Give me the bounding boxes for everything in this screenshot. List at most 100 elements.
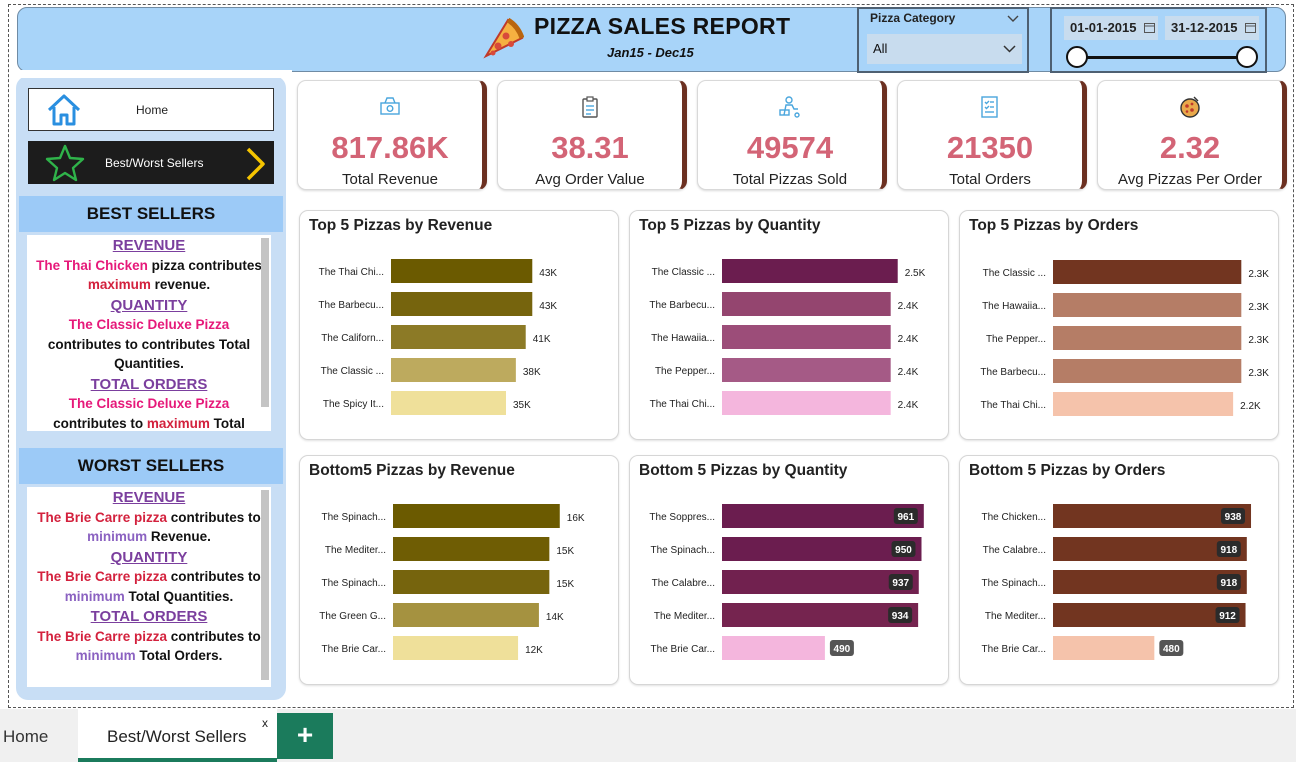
bar[interactable] bbox=[1053, 326, 1242, 350]
bar-category-label: The Chicken... bbox=[982, 512, 1046, 523]
bar-category-label: The Pepper... bbox=[986, 334, 1046, 345]
best-sellers-scrollbar[interactable] bbox=[261, 238, 269, 407]
best-revenue-line: The Thai Chicken pizza contributes bbox=[27, 256, 271, 276]
bar[interactable] bbox=[1053, 293, 1242, 317]
chart-card-bottom-orders: Bottom 5 Pizzas by Orders The Chicken...… bbox=[959, 455, 1279, 685]
bar-category-label: The Spinach... bbox=[982, 578, 1046, 589]
bar-category-label: The Spicy It... bbox=[323, 399, 384, 410]
chart-card-top-revenue: Top 5 Pizzas by Revenue The Thai Chi... 4… bbox=[299, 210, 619, 440]
bar-category-label: The Hawaiia... bbox=[651, 333, 715, 344]
bar-category-label: The Barbecu... bbox=[649, 300, 715, 311]
bar-category-label: The Calabre... bbox=[652, 578, 715, 589]
tab-home[interactable]: Home bbox=[0, 709, 78, 762]
bar[interactable] bbox=[722, 636, 825, 660]
bar-category-label: The Thai Chi... bbox=[981, 400, 1046, 411]
best-revenue-line2: maximum revenue. bbox=[27, 275, 271, 295]
data-label: 35K bbox=[513, 400, 531, 411]
worst-sellers-scrollbar[interactable] bbox=[261, 490, 269, 680]
bar-category-label: The Mediter... bbox=[654, 611, 715, 622]
bar[interactable] bbox=[391, 358, 516, 382]
bar[interactable] bbox=[391, 259, 533, 283]
delivery-icon bbox=[779, 96, 800, 118]
worst-revenue-pizza: The Brie Carre pizza bbox=[37, 509, 168, 525]
date-range-track[interactable] bbox=[1076, 56, 1248, 59]
best-worst-nav-button[interactable]: Best/Worst Sellers bbox=[28, 141, 274, 184]
bar[interactable] bbox=[1053, 392, 1234, 416]
best-revenue-text: pizza contributes bbox=[147, 257, 262, 273]
bar[interactable] bbox=[1053, 359, 1242, 383]
chart-bottom-orders: The Chicken... 938 The Calabre... 918 The Sp… bbox=[982, 504, 1252, 660]
data-label: 2.3K bbox=[1248, 269, 1269, 280]
chart-bottom-revenue: The Spinach... 16K The Mediter... 15K The Sp… bbox=[319, 504, 585, 660]
kpi-label: Avg Pizzas Per Order bbox=[1118, 171, 1262, 188]
bar[interactable] bbox=[391, 292, 533, 316]
pizza-slice-icon bbox=[483, 17, 524, 59]
calendar-icon[interactable] bbox=[1245, 22, 1256, 33]
bar[interactable] bbox=[393, 603, 539, 627]
kpi-value: 38.31 bbox=[551, 130, 629, 165]
bar-category-label: The Soppres... bbox=[649, 512, 715, 523]
worst-orders-min: minimum bbox=[75, 648, 136, 663]
bar-category-label: The Brie Car... bbox=[982, 644, 1046, 655]
worst-quantity-min: minimum bbox=[64, 588, 125, 604]
data-label: 43K bbox=[539, 268, 557, 279]
worst-orders-text: contributes to bbox=[167, 628, 261, 644]
worst-quantity-text2: Total Quantities. bbox=[124, 588, 234, 604]
worst-revenue-min: minimum bbox=[87, 529, 148, 544]
data-label: 912 bbox=[1219, 611, 1236, 622]
clipboard-icon bbox=[582, 96, 598, 118]
add-page-button[interactable]: + bbox=[277, 713, 333, 759]
bar[interactable] bbox=[393, 504, 560, 528]
kpi-card-total-revenue: 817.86K Total Revenue bbox=[297, 80, 487, 190]
worst-quantity-heading: QUANTITY bbox=[110, 548, 188, 566]
bar[interactable] bbox=[1053, 636, 1155, 660]
bar[interactable] bbox=[391, 391, 506, 415]
bar[interactable] bbox=[722, 504, 924, 528]
home-nav-button[interactable]: Home bbox=[28, 88, 274, 131]
bar[interactable] bbox=[393, 636, 519, 660]
kpi-card-total-pizzas-sold: 49574 Total Pizzas Sold bbox=[697, 80, 887, 190]
best-orders-text2: Total bbox=[209, 415, 245, 431]
bar-category-label: The Brie Car... bbox=[322, 644, 386, 655]
bar[interactable] bbox=[722, 358, 891, 382]
bar[interactable] bbox=[722, 259, 898, 283]
bar[interactable] bbox=[393, 570, 550, 594]
calendar-icon[interactable] bbox=[1144, 22, 1155, 33]
data-label: 14K bbox=[546, 612, 564, 623]
bar-category-label: The Barbecu... bbox=[318, 300, 384, 311]
data-label: 918 bbox=[1220, 578, 1237, 589]
chart-card-top-quantity: Top 5 Pizzas by Quantity The Classic ...… bbox=[629, 210, 949, 440]
start-date-handle[interactable] bbox=[1066, 46, 1088, 68]
bar-category-label: The Mediter... bbox=[985, 611, 1046, 622]
close-icon[interactable]: x bbox=[262, 716, 268, 730]
data-label: 43K bbox=[539, 301, 557, 312]
bar[interactable] bbox=[722, 292, 891, 316]
pizza-category-slicer[interactable]: Pizza Category All bbox=[857, 7, 1029, 73]
bar-category-label: The Classic ... bbox=[652, 267, 715, 278]
data-label: 934 bbox=[892, 611, 909, 622]
bar[interactable] bbox=[393, 537, 550, 561]
category-dropdown[interactable]: All bbox=[867, 34, 1022, 64]
tab-best-worst-sellers[interactable]: Best/Worst Sellers x bbox=[78, 709, 277, 762]
worst-orders-text2: Total Orders. bbox=[135, 648, 223, 663]
money-icon bbox=[380, 97, 400, 115]
bar[interactable] bbox=[391, 325, 526, 349]
bar[interactable] bbox=[1053, 260, 1242, 284]
bar[interactable] bbox=[722, 391, 891, 415]
end-date-handle[interactable] bbox=[1236, 46, 1258, 68]
bar-category-label: The Brie Car... bbox=[651, 644, 715, 655]
worst-quantity-line: The Brie Carre pizza contributes to bbox=[27, 567, 271, 587]
kpi-card-total-orders: 21350 Total Orders bbox=[897, 80, 1087, 190]
worst-orders-line2: minimum Total Orders. bbox=[27, 646, 271, 666]
data-label: 961 bbox=[897, 512, 914, 523]
chevron-down-icon[interactable] bbox=[1007, 15, 1019, 23]
chevron-down-icon[interactable] bbox=[1003, 45, 1016, 53]
best-revenue-pizza: The Thai Chicken bbox=[36, 257, 148, 273]
bar[interactable] bbox=[722, 325, 891, 349]
star-icon bbox=[45, 144, 85, 182]
date-range-slicer[interactable]: 01-01-2015 31-12-2015 bbox=[1050, 7, 1267, 73]
tab-label: Best/Worst Sellers bbox=[107, 727, 247, 746]
worst-revenue-text: contributes to bbox=[167, 509, 261, 525]
best-sellers-header: BEST SELLERS bbox=[19, 196, 283, 232]
bar-category-label: The Pepper... bbox=[655, 366, 715, 377]
